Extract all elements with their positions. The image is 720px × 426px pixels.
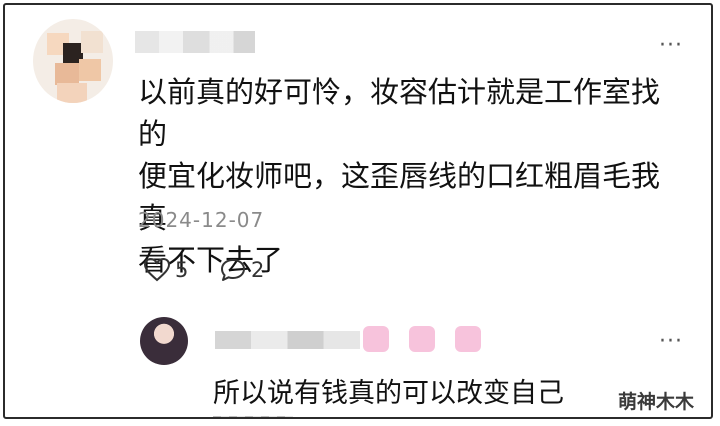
avatar-blur-tile [81, 31, 103, 53]
comment-line: 以前真的好可怜，妆容估计就是工作室找的 [138, 75, 661, 151]
reply-count: 2 [251, 258, 265, 282]
comment-card: ··· 以前真的好可怜，妆容估计就是工作室找的 便宜化妆师吧，这歪唇线的口红粗眉… [3, 3, 713, 419]
pink-emoji-icon [363, 326, 389, 352]
avatar-blur-tile [79, 59, 101, 81]
reply-more-options-icon[interactable]: ··· [659, 331, 683, 353]
pink-emoji-icon [409, 326, 435, 352]
comment-body: 以前真的好可怜，妆容估计就是工作室找的 便宜化妆师吧，这歪唇线的口红粗眉毛我真 … [138, 71, 678, 281]
commenter-avatar[interactable] [33, 19, 113, 103]
next-reply-cutoff [213, 416, 293, 417]
reply-username-blurred[interactable] [215, 331, 360, 349]
reply-avatar[interactable] [140, 317, 188, 365]
avatar-blur-tile [55, 63, 79, 85]
watermark: 萌神木木 [618, 387, 695, 414]
avatar-blur-tile [57, 83, 87, 103]
reply-button[interactable]: 2 [219, 257, 264, 283]
speech-bubble-icon [221, 259, 245, 281]
like-button[interactable]: 5 [143, 257, 188, 283]
commenter-username-blurred[interactable] [135, 31, 255, 53]
pink-emoji-icon [455, 326, 481, 352]
comment-date: 2024-12-07 [138, 208, 265, 232]
more-options-icon[interactable]: ··· [659, 35, 683, 57]
like-count: 5 [175, 258, 189, 282]
reply-body: 所以说有钱真的可以改变自己 [213, 378, 564, 409]
heart-icon [143, 257, 171, 282]
